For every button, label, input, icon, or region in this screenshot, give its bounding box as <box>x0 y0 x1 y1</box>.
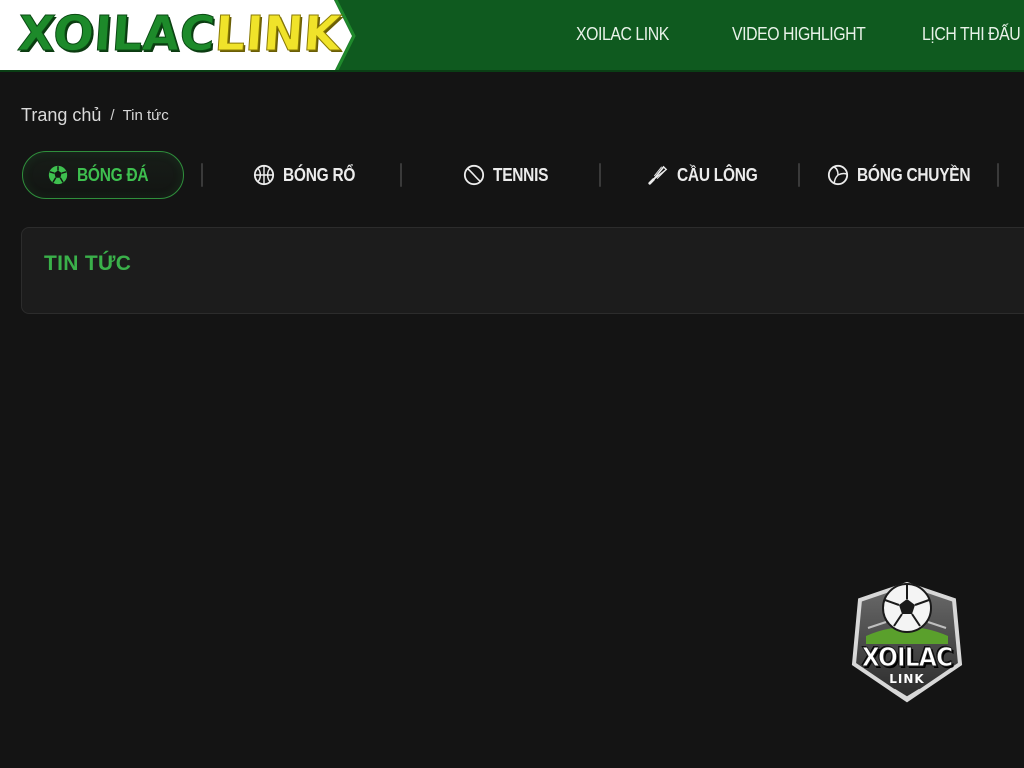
tab-divider <box>400 163 402 187</box>
breadcrumb-current: Tin tức <box>122 107 169 124</box>
tennis-ball-icon <box>463 164 484 186</box>
tab-divider <box>798 163 800 187</box>
tab-label: TENNIS <box>492 164 549 185</box>
tab-label: BÓNG CHUYỀN <box>857 164 971 185</box>
basketball-icon <box>253 164 275 186</box>
volleyball-icon <box>828 164 849 186</box>
shuttlecock-icon <box>648 165 668 185</box>
tab-divider <box>997 163 999 187</box>
badge-title: XOILAC <box>861 643 953 674</box>
tab-label: BÓNG RỔ <box>283 164 356 185</box>
nav-link-lich-thi-dau[interactable]: LỊCH THI ĐẤU <box>922 24 1021 45</box>
xoilac-link-badge[interactable]: XOILAC LINK <box>846 578 968 704</box>
soccer-ball-icon <box>48 165 67 185</box>
logo-wordmark: XOILAC LINK <box>16 4 344 64</box>
breadcrumb-separator: / <box>110 107 115 124</box>
logo-part2: LINK <box>212 6 343 63</box>
tab-bong-chuyen[interactable]: BÓNG CHUYỀN <box>818 151 998 199</box>
sport-tabs: BÓNG ĐÁ BÓNG RỔ TENNIS CẦU LÔNG BÓNG CHU… <box>22 151 1024 199</box>
logo-part1: XOILAC <box>16 6 218 63</box>
tab-tennis[interactable]: TENNIS <box>420 151 600 199</box>
breadcrumb: Trang chủ / Tin tức <box>21 105 169 126</box>
nav-link-video-highlight[interactable]: VIDEO HIGHLIGHT <box>732 24 866 45</box>
tab-divider <box>599 163 601 187</box>
tab-label: CẦU LÔNG <box>677 164 758 185</box>
nav-link-xoilac-link[interactable]: XOILAC LINK <box>576 24 669 45</box>
breadcrumb-home-link[interactable]: Trang chủ <box>21 105 101 126</box>
site-logo[interactable]: XOILAC LINK <box>0 0 356 72</box>
tab-bong-da[interactable]: BÓNG ĐÁ <box>22 151 184 199</box>
tab-bong-ro[interactable]: BÓNG RỔ <box>220 151 400 199</box>
news-section-title: TIN TỨC <box>44 252 132 275</box>
news-panel: TIN TỨC <box>21 227 1024 314</box>
tab-divider <box>201 163 203 187</box>
tab-label: BÓNG ĐÁ <box>76 164 149 185</box>
badge-subtitle: LINK <box>889 672 925 686</box>
tab-cau-long[interactable]: CẦU LÔNG <box>619 151 799 199</box>
site-header: XOILAC LINK XOILAC LINK VIDEO HIGHLIGHT … <box>0 0 1024 72</box>
